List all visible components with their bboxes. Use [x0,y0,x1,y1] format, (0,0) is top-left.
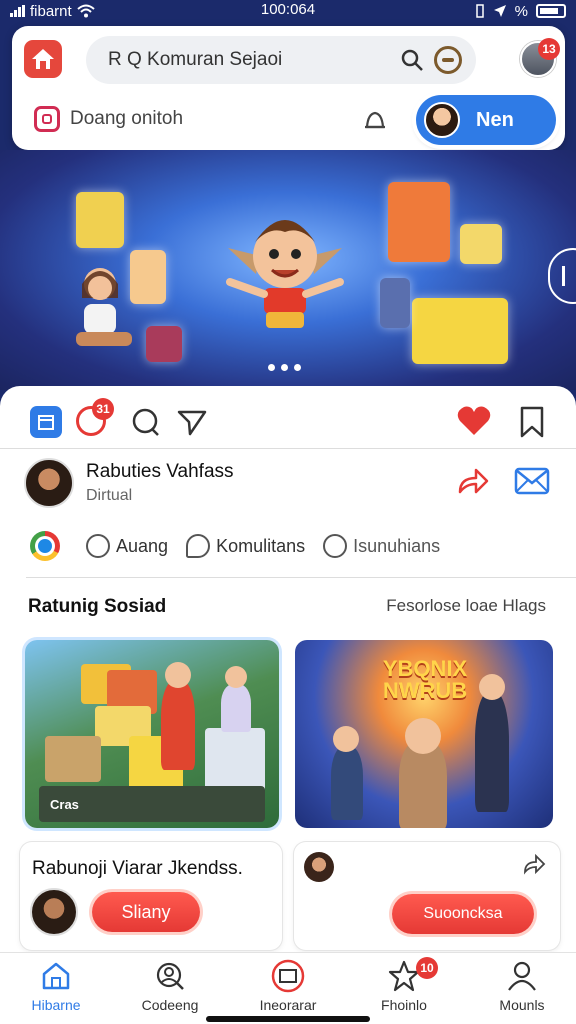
send-icon[interactable] [176,406,208,438]
profile-icon [508,961,536,991]
comment-icon[interactable] [130,406,162,438]
instagram-icon [34,106,60,132]
new-button-avatar [424,102,460,138]
bookmark-icon[interactable] [518,406,546,438]
chip-label: Komulitans [216,535,306,556]
thumb-figure [331,746,363,820]
thumb-block [205,728,265,792]
house-icon [32,49,54,69]
thumb-head [333,726,359,752]
thumbnail-right[interactable]: YBQNIX NWRUB [295,640,553,828]
card-right[interactable]: Suooncksa [294,842,560,950]
hero-card [412,298,508,364]
mail-icon[interactable] [514,466,550,496]
chip-label: Auang [116,535,169,556]
divider [0,448,576,449]
chip-auang[interactable]: Auang [86,534,168,558]
card-right-button[interactable]: Suooncksa [392,894,534,934]
chip-isunuhians[interactable]: Isunuhians [323,534,440,558]
post-subtitle: Dirtual [86,487,133,504]
post-header[interactable]: Rabuties Vahfass Dirtual [24,458,234,508]
subtitle-text: Doang onitoh [70,108,184,129]
new-button[interactable]: Nen [416,95,556,145]
voice-icon[interactable] [434,46,462,74]
hero-card [76,192,124,248]
home-icon [42,962,70,990]
action-toolbar: 31 [0,398,576,438]
post-avatar[interactable] [24,458,74,508]
thumb-figure [221,684,251,732]
section-title: Ratunig Sosiad [28,596,167,617]
hero-card [388,182,450,262]
hero-card [380,278,410,328]
subtitle-row[interactable]: Doang onitoh [34,106,183,132]
nav-label: Ineorarar [259,997,317,1013]
thumb-figure [475,692,509,812]
chrome-icon[interactable] [30,531,60,561]
card-right-avatar [304,852,334,882]
battery-icon [536,4,566,18]
search-icon[interactable] [400,48,424,72]
nav-item-ineorarar[interactable]: Ineorarar [238,959,338,1013]
nav-label: Mounls [499,997,545,1013]
thumb-head [405,718,441,754]
clock: 100:064 [260,1,316,18]
nav-label: Hibarne [31,997,81,1013]
calendar-icon[interactable] [30,406,62,438]
thumbnail-title-line1: YBQNIX [382,656,468,681]
nav-label: Codeeng [141,997,199,1013]
status-bar: fibarnt 100:064 % [0,0,576,22]
bell-icon[interactable] [362,108,388,134]
thumb-head [165,662,191,688]
share-icon[interactable] [456,466,490,498]
clock-icon [323,534,348,558]
post-author-name: Rabuties Vahfass [86,461,234,482]
bottom-navigation: Hibarne Codeeng Ineorarar 10 Fhoinlo Mou… [0,952,576,1024]
card-left-avatar [30,888,78,936]
chip-komulitans[interactable]: Komulitans [186,534,305,558]
mascot-illustration [226,220,344,328]
chip-icon [86,534,110,558]
chat-icon [186,534,211,558]
toolbar-badge: 31 [92,398,114,420]
carousel-dots[interactable] [268,364,301,371]
heart-icon[interactable] [456,404,492,438]
thumb-head [225,666,247,688]
chip-label: Isunuhians [353,535,441,556]
thumb-figure [161,680,195,770]
home-indicator[interactable] [206,1016,370,1022]
nav-item-fhoinlo[interactable]: 10 Fhoinlo [354,957,454,1013]
top-header-card: R Q Komuran Sejaoi 13 Doang onitoh Nen [12,26,565,150]
thumbnail-title-line2: NWRUB [382,678,468,703]
media-icon [271,959,305,993]
hero-card [460,224,502,264]
thumbnail-caption: Cras [50,797,79,812]
thumb-block [45,736,101,782]
card-left-title: Rabunoji Viarar Jkendss. [32,858,243,879]
nav-item-mounls[interactable]: Mounls [472,959,572,1013]
notification-badge: 13 [538,38,560,60]
card-left[interactable]: Rabunoji Viarar Jkendss. Sliany [20,842,282,950]
divider [26,577,576,578]
nav-item-codeeng[interactable]: Codeeng [120,959,220,1013]
search-person-icon [156,962,184,990]
category-chips: Auang Komulitans Isunuhians [30,528,458,564]
search-input[interactable]: R Q Komuran Sejaoi [108,49,400,71]
search-bar[interactable]: R Q Komuran Sejaoi [86,36,476,84]
card-left-button[interactable]: Sliany [92,892,200,932]
hero-card [146,326,182,362]
share-small-icon[interactable] [522,854,546,876]
new-button-label: Nen [476,108,514,131]
home-logo-button[interactable] [24,40,62,78]
girl-figure [76,268,132,346]
section-link[interactable]: Fesorlose loae Hlags [386,596,546,616]
nav-badge: 10 [416,957,438,979]
nav-item-home[interactable]: Hibarne [6,959,106,1013]
hero-banner[interactable] [0,150,576,390]
thumb-head [479,674,505,700]
nav-label: Fhoinlo [381,997,427,1013]
